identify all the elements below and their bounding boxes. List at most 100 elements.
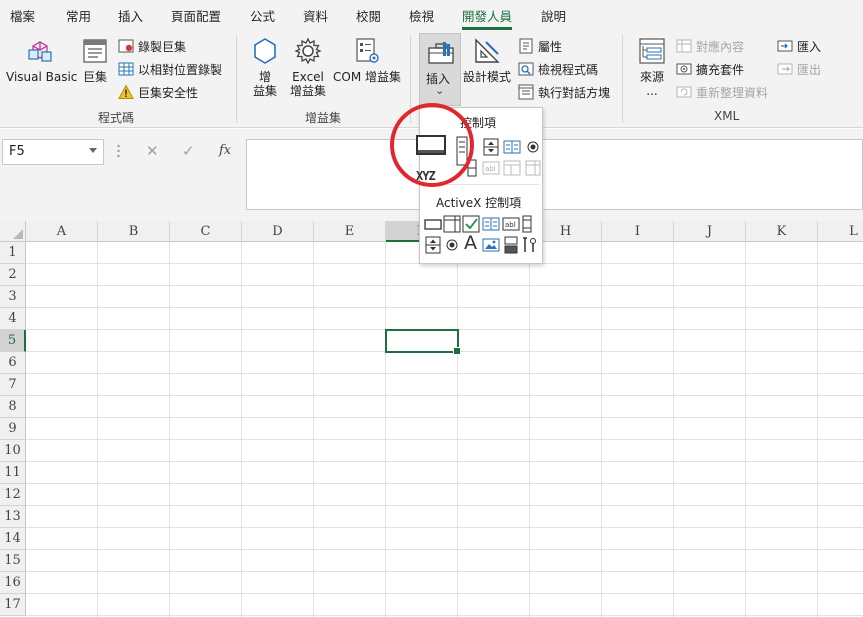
activex-scroll-bar-icon[interactable] [521,215,533,233]
column-header-a[interactable]: A [26,221,98,242]
tab-view[interactable]: 檢視 [409,6,434,25]
combo-dropdown-edit-control-icon[interactable] [524,159,542,177]
row-header-17[interactable]: 17 [0,594,26,616]
column-header-l[interactable]: L [818,221,863,242]
row-header-13[interactable]: 13 [0,506,26,528]
tab-developer[interactable]: 開發人員 [462,6,513,30]
com-addins-icon [356,38,379,63]
grid-column-line [673,242,674,617]
name-box[interactable]: F5 [2,139,104,165]
column-header-k[interactable]: K [746,221,818,242]
view-code-label: 檢視程式碼 [538,62,599,77]
row-header-5[interactable]: 5 [0,330,26,352]
column-header-d[interactable]: D [242,221,314,242]
design-mode-icon [475,38,500,63]
row-header-15[interactable]: 15 [0,550,26,572]
active-cell-f5[interactable] [385,329,461,355]
column-header-e[interactable]: E [314,221,386,242]
column-header-c[interactable]: C [170,221,242,242]
com-addins-button[interactable]: COM 增益集 [331,36,403,84]
enter-icon[interactable]: ✓ [182,142,195,160]
tab-help[interactable]: 說明 [541,6,566,25]
activex-toggle-button-icon[interactable] [502,236,520,254]
row-header-3[interactable]: 3 [0,286,26,308]
row-header-9[interactable]: 9 [0,418,26,440]
design-mode-button[interactable]: 設計模式 [462,36,512,84]
row-header-7[interactable]: 7 [0,374,26,396]
chevron-down-icon[interactable] [89,148,97,153]
map-properties-button[interactable]: 對應內容 [676,36,744,56]
export-button[interactable]: 匯出 [777,59,821,79]
refresh-data-button[interactable]: 重新整理資料 [676,82,768,102]
row-header-12[interactable]: 12 [0,484,26,506]
view-code-button[interactable]: 檢視程式碼 [518,59,598,79]
tab-page-layout[interactable]: 頁面配置 [171,6,221,25]
activex-command-button-icon[interactable] [424,215,442,233]
grid-row-line [26,307,863,308]
tab-review[interactable]: 校閱 [356,6,381,25]
macro-security-button[interactable]: 巨集安全性 [118,82,198,102]
grid-column-line [241,242,242,617]
cancel-icon[interactable]: ✕ [146,142,159,160]
addins-label-1: 增 [258,70,271,84]
excel-addins-button[interactable]: Excel 增益集 [286,36,330,98]
row-header-6[interactable]: 6 [0,352,26,374]
worksheet-grid[interactable]: ABCDEFGHIJKL 1234567891011121314151617 [0,221,863,617]
activex-option-button-icon[interactable] [443,236,461,254]
row-header-10[interactable]: 10 [0,440,26,462]
expansion-packs-label: 擴充套件 [696,62,745,77]
tab-formulas[interactable]: 公式 [250,6,275,25]
row-header-1[interactable]: 1 [0,242,26,264]
combo-list-edit-control-icon[interactable] [503,159,521,177]
relative-references-button[interactable]: 以相對位置錄製 [118,59,222,79]
text-field-icon-text: abl [485,165,496,173]
activex-image-icon[interactable] [482,236,500,254]
insert-function-icon[interactable]: fx [219,143,231,158]
grid-column-line [97,242,98,617]
row-header-14[interactable]: 14 [0,528,26,550]
formula-input[interactable] [246,139,863,210]
activex-combo-box-icon[interactable] [443,215,461,233]
refresh-data-icon [676,86,692,98]
activex-spin-button-icon[interactable] [424,236,442,254]
select-all-button[interactable] [0,221,26,242]
row-header-11[interactable]: 11 [0,462,26,484]
import-button[interactable]: 匯入 [777,36,821,56]
import-icon [777,40,793,52]
visual-basic-button[interactable]: Visual Basic [6,36,77,84]
activex-more-controls-icon[interactable] [521,236,539,254]
row-header-2[interactable]: 2 [0,264,26,286]
column-header-i[interactable]: I [602,221,674,242]
addins-button[interactable]: 增 益集 [248,36,282,98]
activex-check-box-icon[interactable] [462,215,480,233]
tab-insert[interactable]: 插入 [118,6,143,25]
record-macro-icon [118,39,134,53]
text-field-control-icon[interactable]: abl [482,159,500,177]
grid-row-line [26,483,863,484]
tab-data[interactable]: 資料 [303,6,328,25]
insert-controls-button[interactable]: 插入 ⌄ [419,33,461,106]
xml-source-button[interactable]: 來源 ... [632,36,672,98]
macros-button[interactable]: 巨集 [78,36,112,84]
properties-button[interactable]: 屬性 [518,36,562,56]
more-options-icon[interactable] [117,144,120,158]
expansion-packs-button[interactable]: 擴充套件 [676,59,744,79]
row-header-16[interactable]: 16 [0,572,26,594]
run-dialog-button[interactable]: 執行對話方塊 [518,82,610,102]
view-code-icon [518,62,534,76]
tab-home[interactable]: 常用 [66,6,91,25]
group-box-control-icon[interactable] [503,138,521,156]
column-header-b[interactable]: B [98,221,170,242]
export-icon [777,63,793,75]
column-header-j[interactable]: J [674,221,746,242]
tab-file[interactable]: 檔案 [10,6,35,25]
activex-text-box-icon[interactable]: abl [502,215,520,233]
activex-list-box-icon[interactable] [482,215,500,233]
option-button-control-icon[interactable] [524,138,542,156]
xml-source-label-1: 來源 [639,70,664,84]
row-header-8[interactable]: 8 [0,396,26,418]
row-header-4[interactable]: 4 [0,308,26,330]
activex-label-icon[interactable]: A [464,232,477,254]
record-macro-button[interactable]: 錄製巨集 [118,36,186,56]
spin-button-control-icon[interactable] [482,138,500,156]
